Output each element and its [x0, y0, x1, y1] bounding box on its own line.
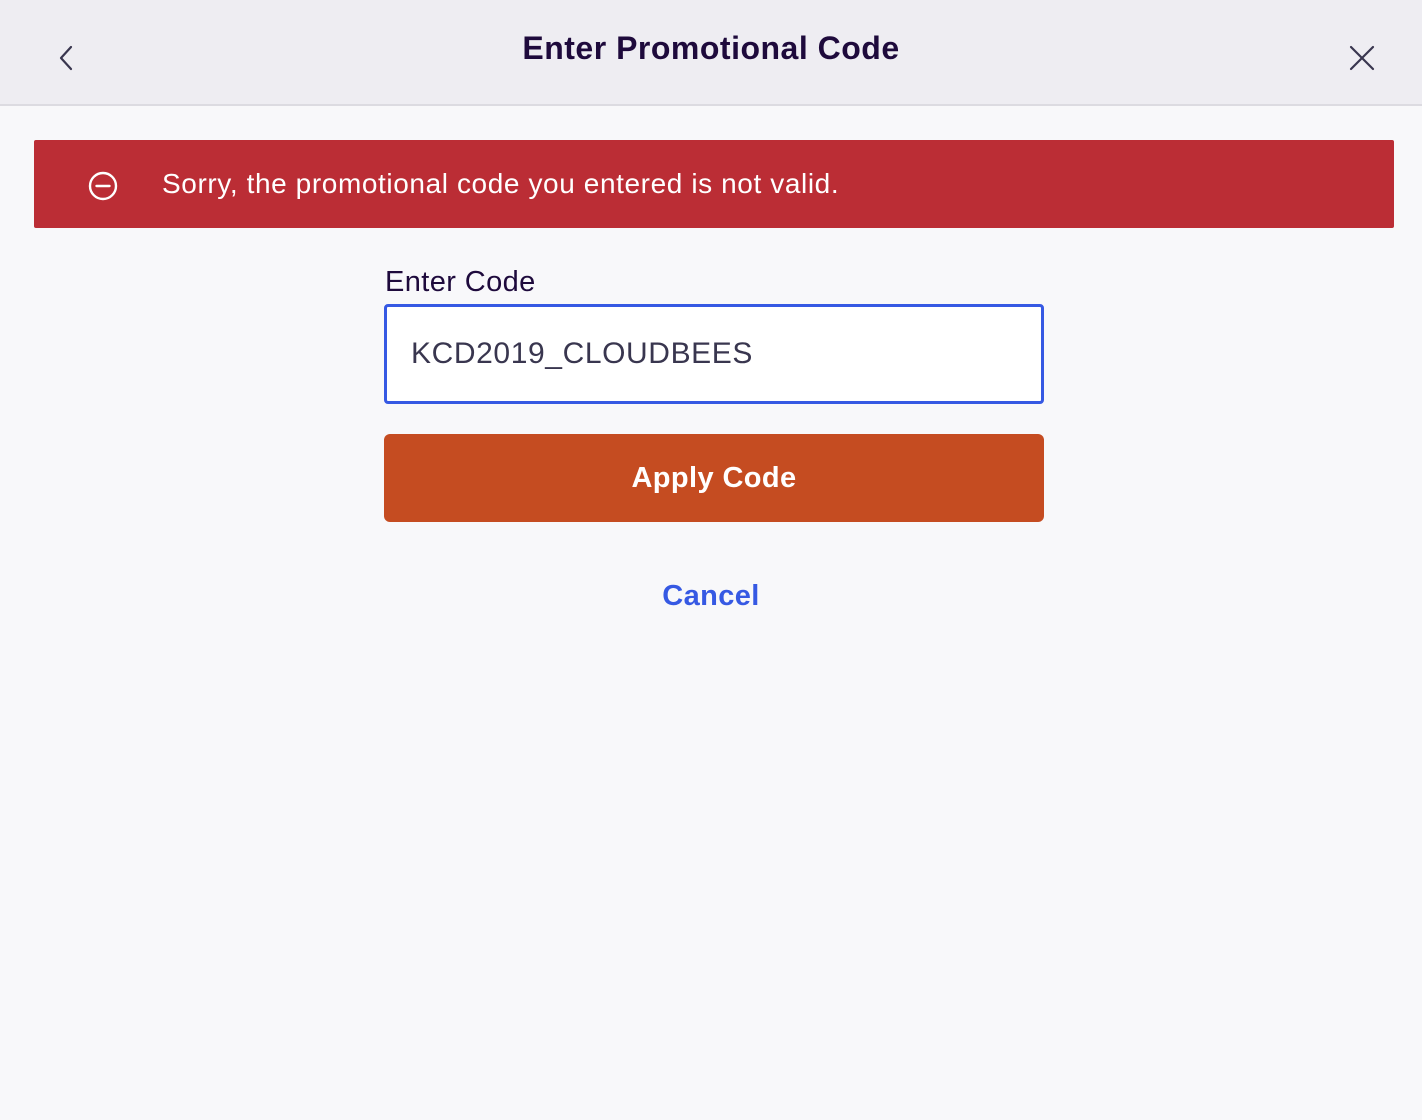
apply-code-button[interactable]: Apply Code [384, 434, 1044, 522]
promo-code-input[interactable] [384, 304, 1044, 404]
code-field-label: Enter Code [385, 266, 536, 298]
close-icon [1349, 45, 1375, 71]
close-button[interactable] [1340, 36, 1384, 80]
error-message: Sorry, the promotional code you entered … [162, 168, 840, 199]
page-title: Enter Promotional Code [522, 30, 900, 66]
minus-circle-icon [88, 171, 118, 201]
cancel-link[interactable]: Cancel [662, 580, 760, 612]
cancel-link-row: Cancel [0, 580, 1422, 613]
modal-header: Enter Promotional Code [0, 0, 1422, 106]
